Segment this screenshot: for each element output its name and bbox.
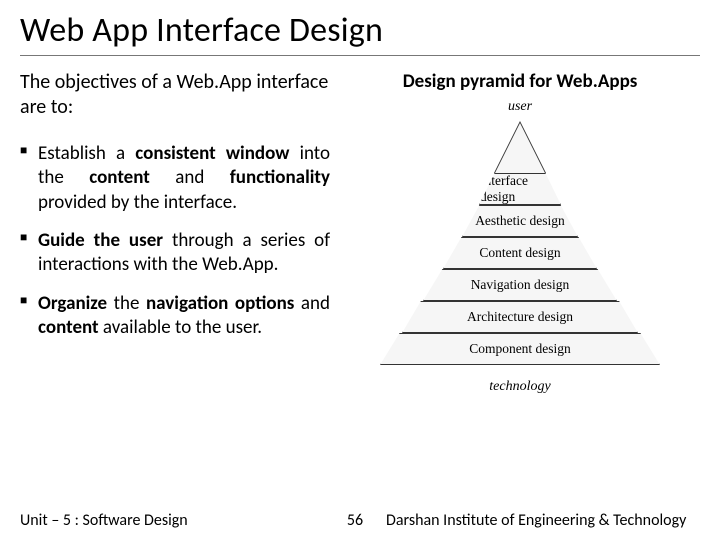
pyramid-layer: Interface design xyxy=(479,173,561,205)
slide: Web App Interface Design The objectives … xyxy=(0,0,720,540)
content-columns: The objectives of a Web.App interface ar… xyxy=(20,70,700,391)
pyramid-layer: Content design xyxy=(443,237,597,269)
figure-title: Design pyramid for Web.Apps xyxy=(340,70,700,93)
pyramid-diagram: user Interface design Aesthetic design C… xyxy=(350,101,690,391)
left-column: The objectives of a Web.App interface ar… xyxy=(20,70,330,391)
footer-unit: Unit – 5 : Software Design xyxy=(20,511,330,530)
pyramid-layer: Architecture design xyxy=(402,301,638,333)
pyramid-tip xyxy=(495,123,545,173)
pyramid-layer: Aesthetic design xyxy=(462,205,578,237)
slide-title: Web App Interface Design xyxy=(20,10,700,56)
footer: Unit – 5 : Software Design 56 Darshan In… xyxy=(0,511,720,530)
intro-text: The objectives of a Web.App interface ar… xyxy=(20,70,330,120)
pyramid-base-label: technology xyxy=(489,379,550,395)
bullet-list: Establish a consistent window into the c… xyxy=(20,142,330,340)
pyramid-apex-label: user xyxy=(508,99,532,115)
bullet-item: Establish a consistent window into the c… xyxy=(20,142,330,215)
footer-page-number: 56 xyxy=(330,511,380,530)
pyramid-layer: Navigation design xyxy=(423,269,617,301)
bullet-item: Organize the navigation options and cont… xyxy=(20,292,330,341)
right-column: Design pyramid for Web.Apps user Interfa… xyxy=(340,70,700,391)
footer-org: Darshan Institute of Engineering & Techn… xyxy=(380,511,700,530)
pyramid-layer: Component design xyxy=(380,333,660,365)
bullet-item: Guide the user through a series of inter… xyxy=(20,229,330,278)
